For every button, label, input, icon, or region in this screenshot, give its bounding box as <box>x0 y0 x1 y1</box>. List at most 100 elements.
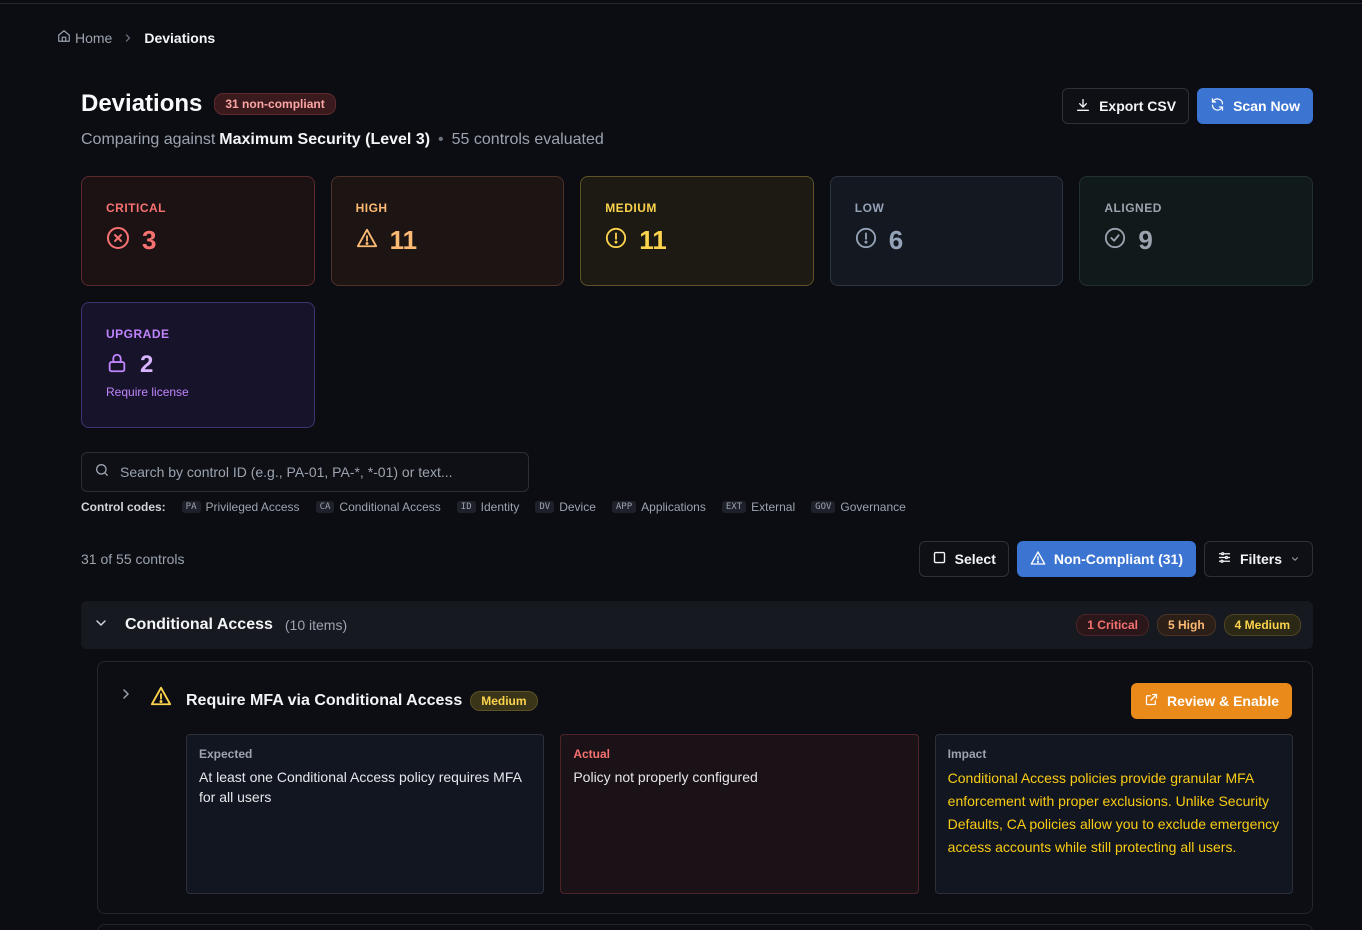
severity-cards: CRITICAL 3 HIGH 11 MEDIUM 11 LOW 6 ALIGN… <box>81 176 1313 286</box>
alert-circle-icon <box>605 227 627 254</box>
aligned-label: ALIGNED <box>1104 201 1162 215</box>
noncompliant-badge: 31 non-compliant <box>214 93 336 115</box>
expected-value: At least one Conditional Access policy r… <box>199 769 522 805</box>
top-border <box>0 3 1362 4</box>
breadcrumb-home-label: Home <box>75 29 113 46</box>
severity-badge: Medium <box>470 691 538 711</box>
review-enable-label: Review & Enable <box>1166 693 1279 709</box>
breadcrumb-current: Deviations <box>144 29 216 46</box>
next-deviation-item <box>97 924 1313 930</box>
expected-panel: Expected At least one Conditional Access… <box>186 734 545 894</box>
code-name: Conditional Access <box>339 500 441 514</box>
deviation-item-header: Require MFA via Conditional Access Mediu… <box>98 662 1312 738</box>
control-codes-legend: Control codes: PA Privileged Access CA C… <box>81 500 922 514</box>
code-name: Governance <box>840 500 906 514</box>
noncompliant-filter-button[interactable]: Non-Compliant (31) <box>1016 541 1196 577</box>
results-count: 31 of 55 controls <box>81 551 185 567</box>
refresh-icon <box>1210 97 1225 115</box>
code-tag: APP <box>611 501 637 513</box>
group-header-conditional-access[interactable]: Conditional Access (10 items) 1 Critical… <box>81 601 1313 649</box>
warning-triangle-icon <box>356 227 378 254</box>
low-count: 6 <box>888 225 904 255</box>
baseline-name: Maximum Security (Level 3) <box>219 131 431 148</box>
code-item-gov: GOV Governance <box>811 500 906 514</box>
chevron-right-icon <box>122 32 134 44</box>
code-tag: ID <box>456 501 476 513</box>
high-label: HIGH <box>355 201 388 215</box>
warning-triangle-icon <box>150 685 172 712</box>
critical-card[interactable]: CRITICAL 3 <box>81 176 315 286</box>
upgrade-subtext: Require license <box>106 385 189 399</box>
chevron-down-icon[interactable] <box>93 615 109 636</box>
filters-label: Filters <box>1239 551 1282 567</box>
select-button[interactable]: Select <box>918 541 1009 577</box>
deviation-title: Require MFA via Conditional Access <box>186 692 463 709</box>
medium-card[interactable]: MEDIUM 11 <box>580 176 814 286</box>
upgrade-card[interactable]: UPGRADE 2 Require license <box>81 302 315 428</box>
deviation-item: Require MFA via Conditional Access Mediu… <box>97 661 1313 914</box>
upgrade-count: 2 <box>140 351 154 378</box>
code-tag: DV <box>535 501 555 513</box>
high-count: 11 <box>389 225 418 255</box>
low-card[interactable]: LOW 6 <box>829 176 1064 286</box>
actual-label: Actual <box>573 747 611 761</box>
page-title: Deviations <box>81 90 203 117</box>
search-box <box>81 452 529 492</box>
code-name: Applications <box>641 500 706 514</box>
chevron-down-icon <box>1290 551 1300 567</box>
impact-label: Impact <box>947 747 987 761</box>
search-input[interactable] <box>120 464 516 480</box>
code-item-app: APP Applications <box>611 500 706 514</box>
group-severity-pills: 1 Critical 5 High 4 Medium <box>1076 614 1301 636</box>
group-count: (10 items) <box>284 617 348 633</box>
lock-icon <box>106 352 128 379</box>
code-item-dv: DV Device <box>535 500 596 514</box>
code-item-pa: PA Privileged Access <box>181 500 300 514</box>
high-card[interactable]: HIGH 11 <box>330 176 565 286</box>
page-subtitle: Comparing against Maximum Security (Leve… <box>81 131 604 149</box>
review-enable-button[interactable]: Review & Enable <box>1130 683 1292 719</box>
code-item-id: ID Identity <box>456 500 520 514</box>
critical-pill: 1 Critical <box>1076 614 1149 636</box>
select-label: Select <box>954 551 996 567</box>
scan-now-button[interactable]: Scan Now <box>1197 88 1313 124</box>
download-icon <box>1075 97 1091 116</box>
checkbox-icon <box>932 550 947 568</box>
actual-value: Policy not properly configured <box>573 769 758 785</box>
code-item-ext: EXT External <box>721 500 796 514</box>
breadcrumb-home[interactable]: Home <box>57 29 112 46</box>
evaluated-count: 55 controls evaluated <box>451 131 604 148</box>
home-icon <box>57 29 71 46</box>
code-name: Identity <box>480 500 520 514</box>
impact-panel: Impact Conditional Access policies provi… <box>934 734 1293 894</box>
noncompliant-filter-label: Non-Compliant (31) <box>1053 551 1183 567</box>
medium-count: 11 <box>639 225 667 255</box>
group-title: Conditional Access <box>125 616 273 633</box>
control-codes-label: Control codes: <box>81 500 166 514</box>
medium-pill: 4 Medium <box>1223 614 1301 636</box>
filters-button[interactable]: Filters <box>1203 541 1313 577</box>
aligned-card[interactable]: ALIGNED 9 <box>1079 176 1313 286</box>
chevron-right-icon[interactable] <box>118 686 134 707</box>
medium-label: MEDIUM <box>605 201 657 215</box>
deviation-title-row: Require MFA via Conditional Access Mediu… <box>186 691 538 711</box>
upgrade-label: UPGRADE <box>106 327 170 341</box>
page-header: Deviations 31 non-compliant <box>81 90 336 118</box>
actual-panel: Actual Policy not properly configured <box>560 734 919 894</box>
scan-now-label: Scan Now <box>1233 98 1300 114</box>
breadcrumb: Home Deviations <box>57 29 215 46</box>
code-name: External <box>751 500 796 514</box>
subtitle-prefix: Comparing against <box>81 131 216 148</box>
export-csv-label: Export CSV <box>1099 98 1177 114</box>
search-icon <box>94 462 110 483</box>
separator-dot: • <box>438 131 444 148</box>
code-name: Privileged Access <box>205 500 300 514</box>
export-csv-button[interactable]: Export CSV <box>1062 88 1190 124</box>
list-toolbar: Select Non-Compliant (31) Filters <box>918 541 1313 577</box>
x-circle-icon <box>106 226 130 255</box>
critical-label: CRITICAL <box>106 201 166 215</box>
code-tag: CA <box>315 501 335 513</box>
check-circle-icon <box>1104 227 1126 254</box>
low-label: LOW <box>854 201 885 215</box>
code-name: Device <box>559 500 596 514</box>
